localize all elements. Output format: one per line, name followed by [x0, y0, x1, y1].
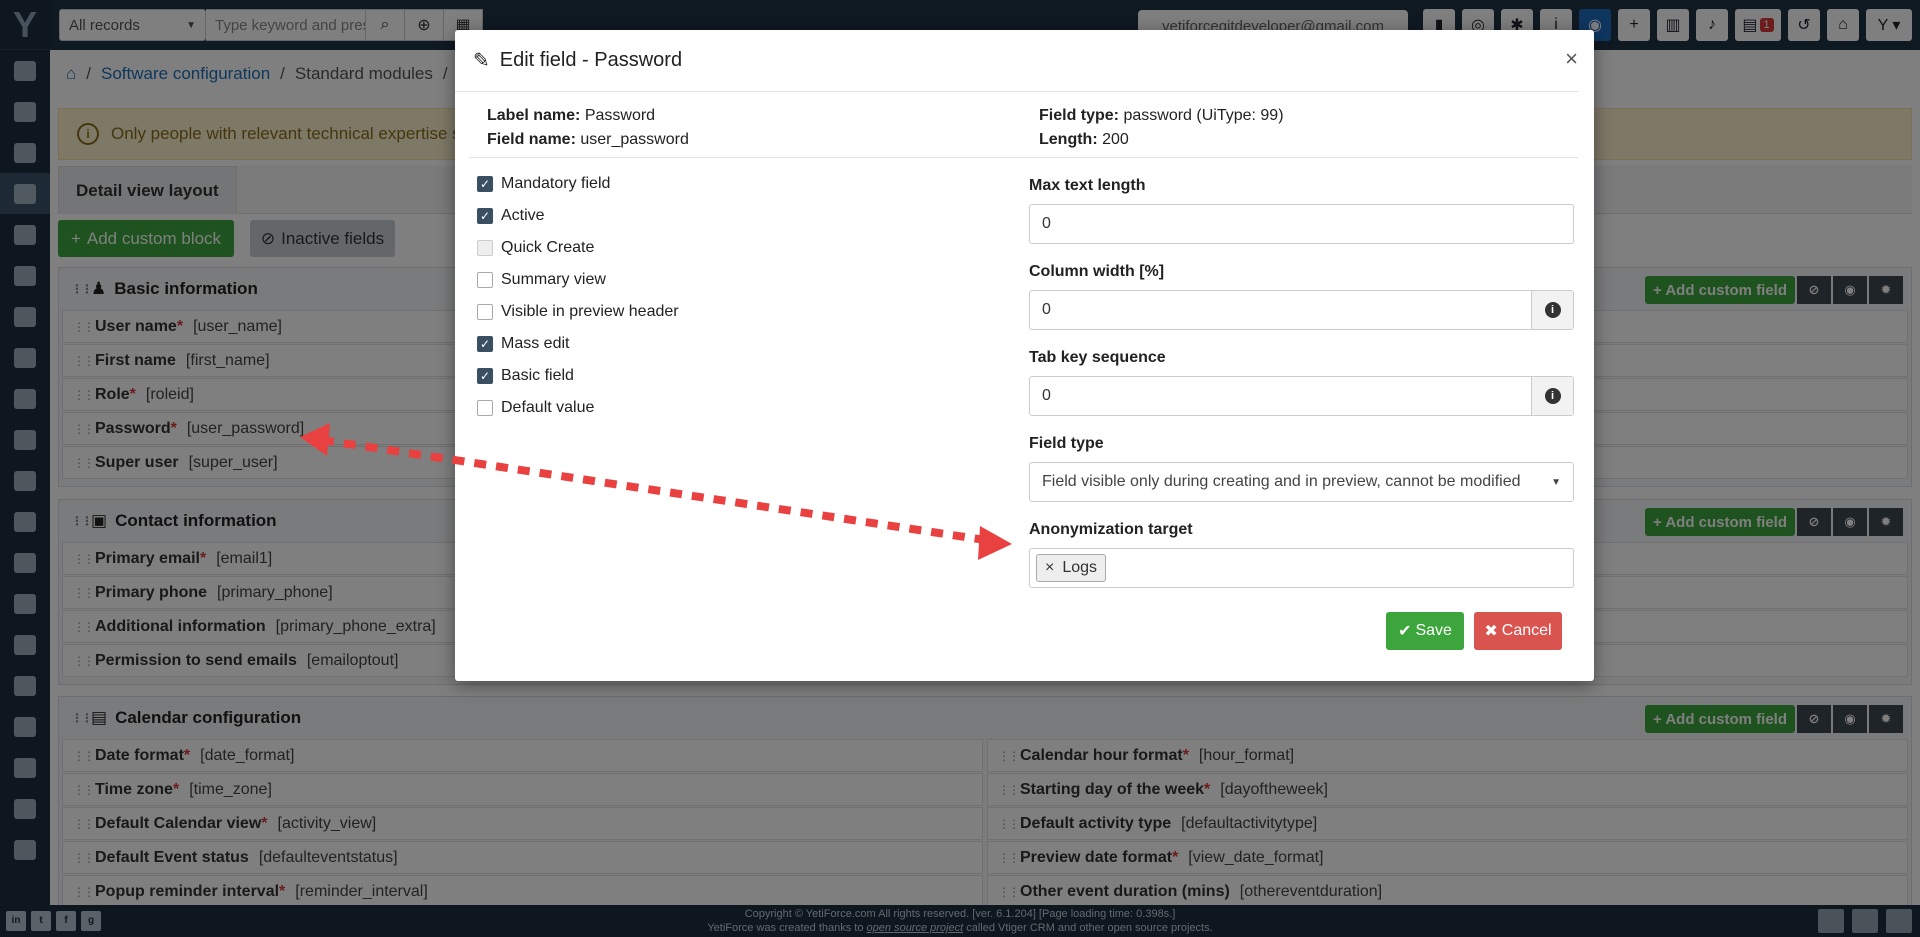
- column-width-input[interactable]: 0i: [1029, 290, 1574, 330]
- info-icon[interactable]: i: [1531, 377, 1573, 415]
- checkbox-box[interactable]: ✓: [477, 368, 493, 384]
- info-icon[interactable]: i: [1531, 291, 1573, 329]
- field-type-select[interactable]: Field visible only during creating and i…: [1029, 462, 1574, 502]
- edit-field-modal: ✎ Edit field - Password × Label name: Pa…: [455, 30, 1594, 681]
- checkbox-summary-view[interactable]: Summary view: [477, 264, 679, 296]
- field-type-value: password (UiType: 99): [1123, 107, 1284, 124]
- checkbox-box[interactable]: ✓: [477, 176, 493, 192]
- pencil-icon: ✎: [473, 50, 490, 72]
- field-options-checkboxes: ✓ Mandatory field ✓ Active Quick Create Summa…: [477, 168, 679, 424]
- checkbox-active[interactable]: ✓ Active: [477, 200, 679, 232]
- anonymization-target-label: Anonymization target: [1029, 521, 1193, 538]
- modal-header: ✎ Edit field - Password: [455, 30, 1578, 92]
- checkbox-basic-field[interactable]: ✓ Basic field: [477, 360, 679, 392]
- checkbox-box[interactable]: [477, 304, 493, 320]
- modal-title: Edit field - Password: [499, 49, 683, 71]
- max-text-length-input[interactable]: 0: [1029, 204, 1574, 244]
- tab-key-sequence-label: Tab key sequence: [1029, 349, 1166, 366]
- field-info: Label name: Password Field name: user_pa…: [487, 107, 1284, 148]
- cancel-button[interactable]: ✖ Cancel: [1474, 612, 1562, 650]
- checkbox-box[interactable]: [477, 400, 493, 416]
- anonymization-target-select[interactable]: × Logs: [1029, 548, 1574, 588]
- check-icon: ✔: [1398, 623, 1412, 640]
- save-button[interactable]: ✔ Save: [1386, 612, 1464, 650]
- anonymization-tag: × Logs: [1036, 554, 1107, 582]
- checkbox-mandatory-field[interactable]: ✓ Mandatory field: [477, 168, 679, 200]
- length-value: 200: [1102, 131, 1129, 148]
- checkbox-box: [477, 240, 493, 256]
- checkbox-quick-create: Quick Create: [477, 232, 679, 264]
- checkbox-box[interactable]: ✓: [477, 336, 493, 352]
- label-name-value: Password: [584, 107, 656, 124]
- checkbox-default-value[interactable]: Default value: [477, 392, 679, 424]
- field-name-value: user_password: [580, 131, 689, 148]
- checkbox-box[interactable]: ✓: [477, 208, 493, 224]
- tab-key-sequence-input[interactable]: 0i: [1029, 376, 1574, 416]
- field-settings: Max text length 0 Column width [%] 0i Ta…: [1029, 168, 1574, 598]
- caret-down-icon: ▼: [1551, 476, 1561, 488]
- close-icon[interactable]: ×: [1565, 46, 1578, 72]
- remove-tag-icon[interactable]: ×: [1045, 559, 1054, 577]
- field-type-label: Field type: [1029, 435, 1104, 452]
- x-icon: ✖: [1484, 623, 1498, 640]
- column-width-label: Column width [%]: [1029, 263, 1165, 280]
- checkbox-visible-in-preview-header[interactable]: Visible in preview header: [477, 296, 679, 328]
- checkbox-mass-edit[interactable]: ✓ Mass edit: [477, 328, 679, 360]
- checkbox-box[interactable]: [477, 272, 493, 288]
- max-text-length-label: Max text length: [1029, 177, 1146, 194]
